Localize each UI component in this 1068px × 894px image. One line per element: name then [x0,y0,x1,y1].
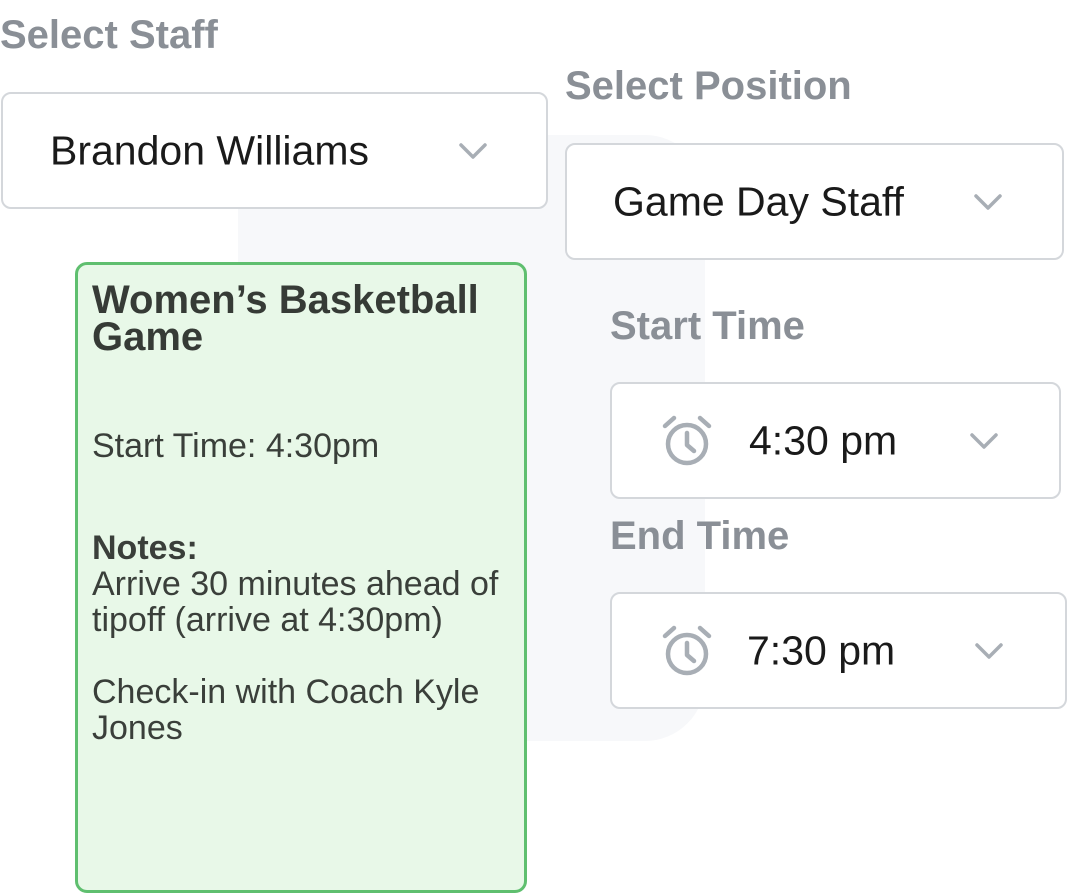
position-select-value: Game Day Staff [613,178,904,224]
select-position-label: Select Position [565,64,852,108]
event-notes-label: Notes: [92,529,198,567]
end-time-select[interactable]: 7:30 pm [610,592,1067,709]
chevron-down-icon [459,142,487,159]
event-checkin-note: Check-in with Coach Kyle Jones [92,673,480,747]
start-time-label: Start Time [610,304,805,348]
start-time-select[interactable]: 4:30 pm [610,382,1061,499]
alarm-clock-icon [662,625,712,675]
start-time-value: 4:30 pm [749,417,898,463]
chevron-down-icon [974,193,1002,210]
assign-staff-panel: Select Staff Brandon Williams Select Pos… [0,0,1068,894]
event-card[interactable]: Women’s Basketball Game Start Time: 4:30… [75,262,527,893]
event-notes: Arrive 30 minutes ahead of tipoff (arriv… [92,565,499,639]
alarm-clock-icon [662,415,712,465]
chevron-down-icon [970,432,998,449]
staff-select-value: Brandon Williams [50,127,369,173]
select-staff-label: Select Staff [0,13,218,57]
chevron-down-icon [975,642,1003,659]
event-title: Women’s Basketball Game [92,278,479,359]
staff-select[interactable]: Brandon Williams [1,92,548,209]
end-time-label: End Time [610,514,790,558]
event-start-time: Start Time: 4:30pm [92,427,380,465]
end-time-value: 7:30 pm [747,627,896,673]
position-select[interactable]: Game Day Staff [565,143,1064,260]
